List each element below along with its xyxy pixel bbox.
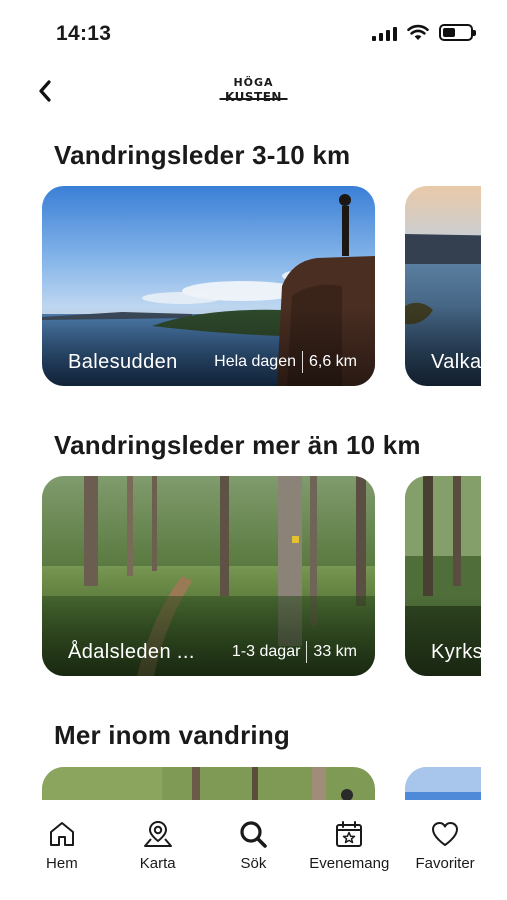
trail-card[interactable]: Balesudden Hela dagen 6,6 km: [42, 186, 375, 386]
cellular-signal-icon: [372, 25, 397, 41]
chevron-left-icon: [39, 80, 51, 102]
hiking-card[interactable]: [42, 767, 375, 800]
calendar-star-icon: [336, 821, 363, 847]
tab-hem[interactable]: Hem: [17, 800, 107, 900]
heart-icon: [432, 822, 459, 846]
wifi-icon: [407, 24, 429, 40]
nav-bar: HÖGA KUSTEN: [0, 68, 507, 116]
tab-label: Hem: [46, 855, 78, 872]
section-title: Vandringsleder 3-10 km: [54, 140, 351, 170]
tab-bar: Hem Karta Sök Evenemang Favoriter: [0, 800, 507, 900]
trail-name: Balesudden: [68, 351, 178, 373]
hiking-photo: [42, 767, 375, 800]
hiking-card[interactable]: [405, 767, 481, 800]
tab-favoriter[interactable]: Favoriter: [400, 800, 490, 900]
trail-name: Kyrks: [431, 641, 481, 663]
tab-evenemang[interactable]: Evenemang: [304, 800, 394, 900]
logo-top-text: HÖGA: [233, 76, 274, 89]
trail-duration: 1-3 dagar: [231, 643, 301, 660]
status-bar: 14:13: [0, 0, 507, 60]
trail-card[interactable]: Valka: [405, 186, 481, 386]
search-icon: [240, 821, 268, 848]
tab-sok[interactable]: Sök: [208, 800, 298, 900]
meta-divider: [301, 351, 303, 373]
hiking-photo: [405, 767, 481, 800]
trail-card[interactable]: Ådalsleden ... 1-3 dagar 33 km: [42, 476, 375, 676]
logo-bottom-text: KUSTEN: [219, 90, 288, 104]
trail-carousel-3-10km[interactable]: Balesudden Hela dagen 6,6 km Valka: [42, 186, 481, 386]
status-time: 14:13: [56, 22, 112, 45]
section-title: Mer inom vandring: [54, 720, 290, 750]
trail-carousel-10km-plus[interactable]: Ådalsleden ... 1-3 dagar 33 km Kyrks: [42, 476, 481, 676]
meta-divider: [306, 641, 308, 663]
back-button[interactable]: [30, 74, 60, 108]
home-icon: [49, 822, 74, 846]
trail-name: Ådalsleden ...: [68, 641, 195, 663]
section-title: Vandringsleder mer än 10 km: [54, 430, 421, 460]
status-icons: [372, 24, 476, 41]
tab-label: Sök: [240, 855, 267, 872]
map-pin-icon: [143, 820, 172, 847]
trail-distance: 6,6 km: [308, 353, 357, 370]
tab-karta[interactable]: Karta: [113, 800, 203, 900]
battery-icon: [439, 24, 476, 41]
tab-label: Evenemang: [309, 855, 390, 872]
trail-distance: 33 km: [313, 643, 357, 660]
hiking-more-carousel[interactable]: [42, 767, 481, 800]
trail-meta: Hela dagen 6,6 km: [214, 351, 357, 373]
trail-meta: 1-3 dagar 33 km: [232, 641, 357, 663]
trail-card[interactable]: Kyrks: [405, 476, 481, 676]
tab-label: Karta: [139, 855, 176, 872]
trail-name: Valka: [431, 351, 481, 373]
trail-duration: Hela dagen: [214, 353, 296, 370]
tab-label: Favoriter: [415, 855, 475, 872]
hoga-kusten-logo: HÖGA KUSTEN: [219, 76, 288, 104]
